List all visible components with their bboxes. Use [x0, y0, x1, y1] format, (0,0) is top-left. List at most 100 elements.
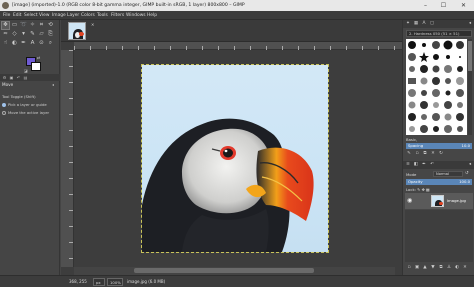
menu-view[interactable]: View	[39, 11, 49, 20]
menu-edit[interactable]: Edit	[13, 11, 22, 20]
title-bar: [image] (imported)-1.0 (RGB color 8-bit …	[0, 0, 474, 11]
right-dock: ✦ ▦ A ▢ ◂ 2. Hardness 050 (51 × 51) Basi…	[402, 20, 474, 275]
image-tab-close-icon[interactable]: ✕	[91, 22, 94, 27]
ruler-tick	[69, 50, 73, 51]
fuzzy-select-tool-icon[interactable]: ✧	[29, 22, 36, 29]
eye-icon[interactable]: ◉	[407, 197, 412, 205]
option-pick-layer[interactable]: Pick a layer or guide	[2, 102, 47, 107]
rect-select-tool-icon[interactable]: ▭	[11, 22, 18, 29]
minimize-button[interactable]: –	[418, 0, 433, 11]
menu-colors[interactable]: Colors	[81, 11, 95, 20]
dock-menu-icon[interactable]: ◂	[467, 21, 473, 27]
lower-layer-icon[interactable]: ▼	[430, 265, 436, 271]
brush-grid[interactable]	[406, 39, 467, 135]
paint-bucket-tool-icon[interactable]: ▾	[20, 31, 27, 38]
horizontal-scroll-thumb[interactable]	[134, 268, 314, 273]
duplicate-brush-icon[interactable]: ⧉	[422, 151, 428, 157]
patterns-tab-icon[interactable]: ▦	[413, 21, 419, 27]
ruler-tick	[69, 194, 73, 195]
ruler-tick	[69, 98, 73, 99]
ruler-tick	[69, 146, 73, 147]
handle-transform-tool-icon[interactable]: ◇	[11, 31, 18, 38]
new-brush-icon[interactable]: ▫	[414, 151, 420, 157]
lasso-tool-icon[interactable]: ➰	[20, 22, 27, 29]
device-status-tab-icon[interactable]: ▣	[9, 75, 14, 80]
menu-image[interactable]: Image	[52, 11, 66, 20]
tool-options-menu-icon[interactable]: ◂	[52, 82, 54, 87]
anchor-layer-icon[interactable]: ⚓	[446, 265, 452, 271]
new-layer-group-icon[interactable]: ▣	[414, 265, 420, 271]
horizontal-ruler[interactable]	[74, 42, 402, 50]
brush-tag[interactable]: Basic,	[406, 137, 417, 142]
lock-pixels-icon[interactable]: ✎	[417, 187, 420, 192]
menu-filters[interactable]: Filters	[111, 11, 124, 20]
image-tab-thumbnail[interactable]	[68, 22, 86, 40]
brush-scroll-thumb[interactable]	[468, 41, 472, 71]
lock-alpha-icon[interactable]: ▦	[426, 187, 430, 192]
status-bar: 368, 255 px 100% image.jpg (6.0 MB)	[61, 275, 474, 287]
brush-scrollbar[interactable]	[468, 39, 472, 135]
brushes-tab-icon[interactable]: ✦	[405, 21, 411, 27]
edit-brush-icon[interactable]: ✎	[406, 151, 412, 157]
paintbrush-tool-icon[interactable]: ✎	[29, 31, 36, 38]
ruler-tick	[202, 46, 203, 50]
paths-tab-icon[interactable]: ✒	[421, 162, 427, 168]
mask-layer-icon[interactable]: ◐	[454, 265, 460, 271]
text-tool-icon[interactable]: A	[29, 40, 36, 47]
menu-tools[interactable]: Tools	[97, 11, 108, 20]
background-color-swatch[interactable]	[31, 62, 41, 71]
reset-colors-icon[interactable]: ◪	[24, 68, 28, 73]
undo-history-tab-icon[interactable]: ↶	[16, 75, 21, 80]
channels-tab-icon[interactable]: ◧	[413, 162, 419, 168]
duplicate-layer-icon[interactable]: ⧉	[438, 265, 444, 271]
document-history-tab-icon[interactable]: ▢	[429, 21, 435, 27]
close-button[interactable]: ✕	[456, 0, 471, 11]
new-layer-icon[interactable]: ▫	[406, 265, 412, 271]
menu-file[interactable]: File	[3, 11, 10, 20]
menu-layer[interactable]: Layer	[67, 11, 79, 20]
paths-tool-icon[interactable]: ✒	[20, 40, 27, 47]
layers-tab-icon[interactable]: ≡	[405, 162, 411, 168]
menu-windows[interactable]: Windows	[126, 11, 146, 20]
images-tab-icon[interactable]: ▤	[23, 75, 28, 80]
brush-buttons: ✎ ▫ ⧉ ✕ ↻	[406, 151, 472, 158]
color-picker-tool-icon[interactable]: ⊙	[38, 40, 45, 47]
vertical-ruler[interactable]	[61, 50, 74, 267]
menu-select[interactable]: Select	[24, 11, 38, 20]
layers-dock-menu-icon[interactable]: ◂	[467, 162, 473, 168]
fonts-tab-icon[interactable]: A	[421, 21, 427, 27]
layers-list-empty-area[interactable]	[405, 210, 473, 262]
zoom-dropdown[interactable]: 100%	[107, 278, 123, 286]
lock-position-icon[interactable]: ✥	[422, 187, 425, 192]
unit-dropdown[interactable]: px	[93, 278, 105, 286]
undo-tab-icon[interactable]: ↶	[429, 162, 435, 168]
option-move-active-layer[interactable]: Move the active layer	[2, 110, 49, 115]
smudge-tool-icon[interactable]: ☝	[2, 40, 9, 47]
eraser-tool-icon[interactable]: ▱	[38, 31, 45, 38]
ruler-tick	[378, 46, 379, 50]
refresh-brushes-icon[interactable]: ↻	[438, 151, 444, 157]
layer-name[interactable]: image.jpg	[447, 198, 466, 203]
ruler-tick	[69, 130, 73, 131]
maximize-button[interactable]: ☐	[436, 0, 451, 11]
tool-options-tab-icon[interactable]: ⚙	[2, 75, 7, 80]
delete-brush-icon[interactable]: ✕	[430, 151, 436, 157]
horizontal-scrollbar[interactable]	[74, 267, 395, 275]
menu-help[interactable]: Help	[147, 11, 157, 20]
warp-tool-icon[interactable]: ≈	[2, 31, 9, 38]
clone-tool-icon[interactable]: ⎘	[47, 31, 54, 38]
swap-colors-icon[interactable]: ⇄	[37, 55, 40, 60]
delete-layer-icon[interactable]: ✕	[462, 265, 468, 271]
transform-tool-icon[interactable]: ⟲	[47, 22, 54, 29]
zoom-tool-icon[interactable]: ⌕	[47, 40, 54, 47]
raise-layer-icon[interactable]: ▲	[422, 265, 428, 271]
dodge-tool-icon[interactable]: ◐	[11, 40, 18, 47]
mode-reset-icon[interactable]: ↺	[465, 171, 469, 176]
crop-tool-icon[interactable]: ⌗	[38, 22, 45, 29]
brush-name-field[interactable]: 2. Hardness 050 (51 × 51)	[406, 30, 472, 37]
layer-row[interactable]: ◉ image.jpg	[405, 193, 473, 209]
move-tool-icon[interactable]: ✥	[1, 21, 10, 30]
canvas[interactable]	[74, 51, 415, 287]
ruler-tick	[282, 46, 283, 50]
mode-dropdown[interactable]: Normal	[433, 171, 463, 177]
